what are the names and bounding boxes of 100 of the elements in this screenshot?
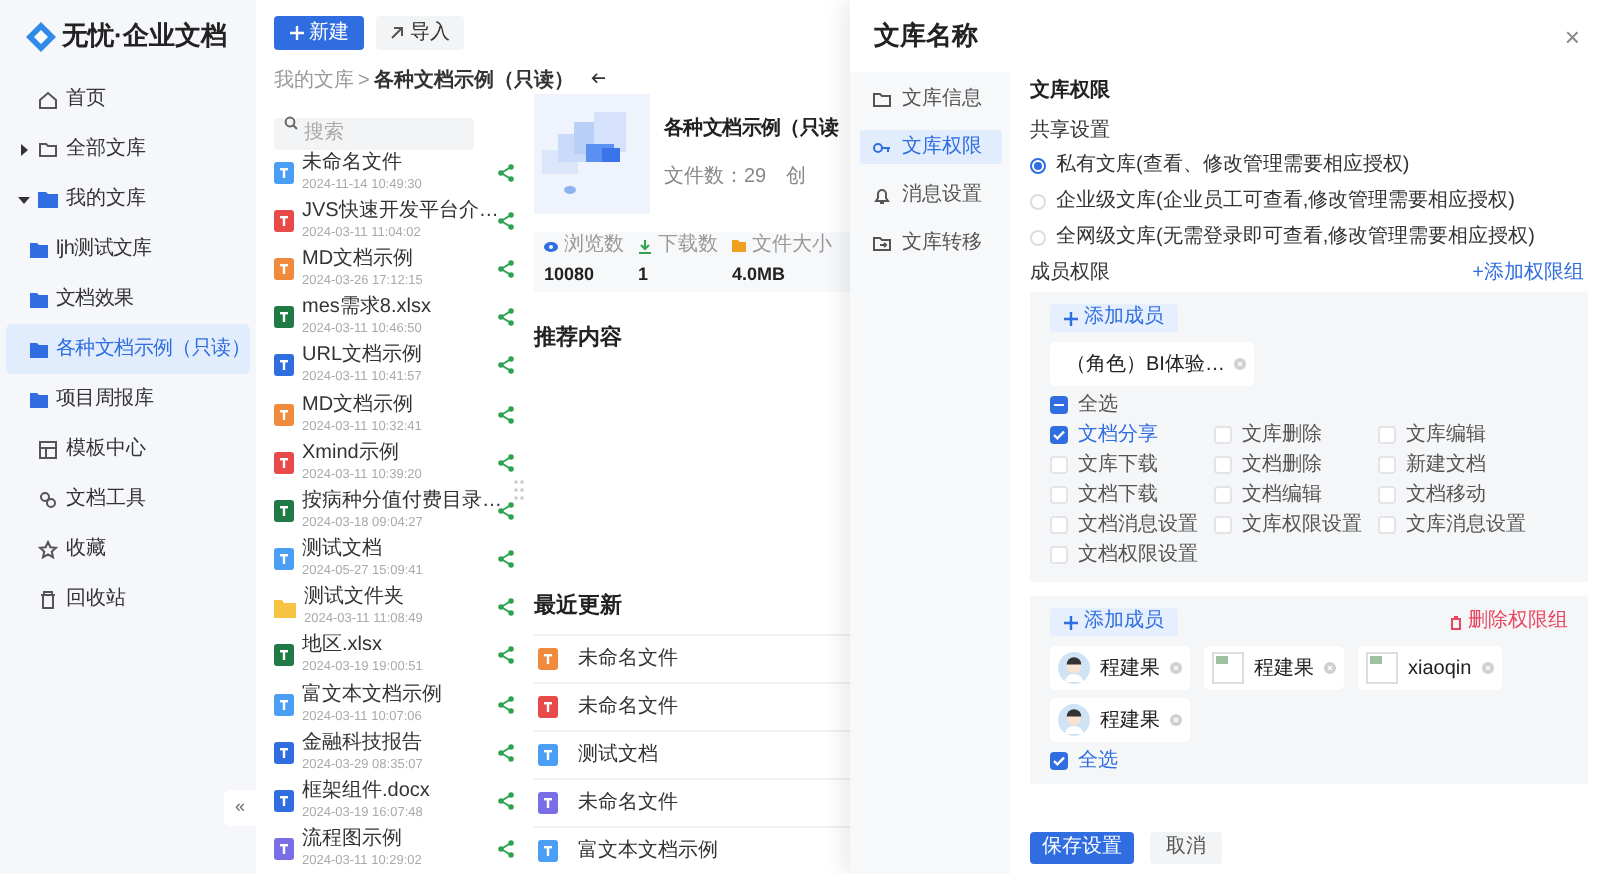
- drawer-tab[interactable]: 文库权限: [860, 130, 1002, 164]
- file-name[interactable]: 富文本文档示例: [302, 683, 442, 706]
- checkbox-label[interactable]: 文档编辑: [1242, 483, 1322, 507]
- add-group-link[interactable]: +添加权限组: [1472, 262, 1584, 286]
- share-icon[interactable]: [498, 646, 514, 665]
- checkbox-label[interactable]: 全选: [1078, 749, 1118, 773]
- radio-label[interactable]: 企业级文库(企业员工可查看,修改管理需要相应授权): [1056, 190, 1515, 214]
- drawer-tab[interactable]: 文库信息: [860, 82, 1002, 116]
- checkbox-label[interactable]: 文档分享: [1078, 423, 1158, 447]
- share-icon[interactable]: [498, 211, 514, 230]
- caret-icon[interactable]: [18, 143, 30, 155]
- sidebar-item[interactable]: 首页: [6, 74, 250, 124]
- radio-button[interactable]: [1030, 158, 1046, 174]
- checkbox[interactable]: [1214, 426, 1232, 444]
- checkbox[interactable]: [1214, 456, 1232, 474]
- checkbox-label[interactable]: 文库下载: [1078, 453, 1158, 477]
- recent-file-name[interactable]: 未命名文件: [578, 788, 678, 818]
- close-button[interactable]: ×: [1564, 23, 1580, 49]
- checkbox[interactable]: [1378, 426, 1396, 444]
- file-name[interactable]: 地区.xlsx: [302, 634, 382, 657]
- save-button[interactable]: 保存设置: [1030, 832, 1134, 864]
- checkbox-label[interactable]: 文档下载: [1078, 483, 1158, 507]
- radio-label[interactable]: 全网级文库(无需登录即可查看,修改管理需要相应授权): [1056, 226, 1535, 250]
- share-icon[interactable]: [498, 356, 514, 375]
- checkbox[interactable]: [1378, 486, 1396, 504]
- checkbox-label[interactable]: 文档权限设置: [1078, 543, 1198, 567]
- share-icon[interactable]: [498, 308, 514, 327]
- file-name[interactable]: 框架组件.docx: [302, 780, 430, 803]
- checkbox-label[interactable]: 文档删除: [1242, 453, 1322, 477]
- drawer-tab[interactable]: 消息设置: [860, 178, 1002, 212]
- cancel-button[interactable]: 取消: [1150, 832, 1222, 864]
- file-name[interactable]: 金融科技报告: [302, 731, 422, 754]
- search-field[interactable]: 搜索: [274, 117, 474, 149]
- file-name[interactable]: JVS快速开发平台介…: [302, 199, 499, 222]
- share-icon[interactable]: [498, 792, 514, 811]
- caret-icon[interactable]: [18, 193, 30, 205]
- file-name[interactable]: 未命名文件: [302, 151, 402, 174]
- checkbox[interactable]: [1050, 752, 1068, 770]
- checkbox[interactable]: [1050, 486, 1068, 504]
- checkbox-label[interactable]: 文库权限设置: [1242, 513, 1362, 537]
- sidebar-item[interactable]: 收藏: [6, 524, 250, 574]
- checkbox[interactable]: [1050, 546, 1068, 564]
- checkbox[interactable]: [1050, 396, 1068, 414]
- share-icon[interactable]: [498, 695, 514, 714]
- checkbox-label[interactable]: 新建文档: [1406, 453, 1486, 477]
- checkbox[interactable]: [1214, 486, 1232, 504]
- checkbox[interactable]: [1050, 426, 1068, 444]
- sidebar-item[interactable]: 文档工具: [6, 474, 250, 524]
- recent-file-name[interactable]: 未命名文件: [578, 692, 678, 722]
- add-member-button[interactable]: 添加成员: [1050, 304, 1178, 332]
- recent-file-name[interactable]: 未命名文件: [578, 644, 678, 674]
- share-icon[interactable]: [498, 840, 514, 859]
- file-name[interactable]: 测试文件夹: [304, 586, 404, 609]
- radio-label[interactable]: 私有文库(查看、修改管理需要相应授权): [1056, 154, 1410, 178]
- file-name[interactable]: MD文档示例: [302, 393, 414, 416]
- checkbox[interactable]: [1378, 516, 1396, 534]
- share-icon[interactable]: [498, 163, 514, 182]
- checkbox[interactable]: [1050, 516, 1068, 534]
- checkbox-label[interactable]: 文档消息设置: [1078, 513, 1198, 537]
- sidebar-item[interactable]: 回收站: [6, 574, 250, 624]
- back-arrow-icon[interactable]: [590, 72, 606, 85]
- sidebar-item[interactable]: 模板中心: [6, 424, 250, 474]
- file-name[interactable]: MD文档示例: [302, 247, 414, 270]
- checkbox[interactable]: [1050, 456, 1068, 474]
- share-icon[interactable]: [498, 598, 514, 617]
- sidebar-item[interactable]: 文档效果: [6, 274, 250, 324]
- sidebar-item[interactable]: 各种文档示例（只读）: [6, 324, 250, 374]
- import-button[interactable]: 导入: [376, 16, 464, 50]
- checkbox[interactable]: [1214, 516, 1232, 534]
- sidebar-item[interactable]: 项目周报库: [6, 374, 250, 424]
- checkbox-label[interactable]: 文库编辑: [1406, 423, 1486, 447]
- file-name[interactable]: Xmind示例: [302, 441, 399, 464]
- drawer-tab[interactable]: 文库转移: [860, 226, 1002, 260]
- file-name[interactable]: 流程图示例: [302, 828, 402, 851]
- collapse-button[interactable]: «: [224, 790, 256, 826]
- file-name[interactable]: mes需求8.xlsx: [302, 296, 431, 319]
- add-member-button[interactable]: 添加成员: [1050, 608, 1178, 636]
- share-icon[interactable]: [498, 259, 514, 278]
- file-name[interactable]: 测试文档: [302, 538, 382, 561]
- share-icon[interactable]: [498, 501, 514, 520]
- sidebar-item[interactable]: ljh测试文库: [6, 224, 250, 274]
- share-icon[interactable]: [498, 453, 514, 472]
- file-name[interactable]: URL文档示例: [302, 344, 423, 367]
- checkbox-label[interactable]: 全选: [1078, 393, 1118, 417]
- sidebar-item[interactable]: 我的文库: [6, 174, 250, 224]
- share-icon[interactable]: [498, 550, 514, 569]
- recent-file-name[interactable]: 测试文档: [578, 740, 658, 770]
- share-icon[interactable]: [498, 405, 514, 424]
- checkbox-label[interactable]: 文库删除: [1242, 423, 1322, 447]
- delete-group-button[interactable]: 删除权限组: [1450, 610, 1568, 634]
- drag-handle-icon[interactable]: [514, 480, 524, 500]
- new-button[interactable]: 新建: [274, 16, 364, 50]
- file-name[interactable]: 按病种分值付费目录…: [302, 489, 502, 512]
- stat-value: 4.0MB: [732, 262, 788, 289]
- checkbox[interactable]: [1378, 456, 1396, 474]
- checkbox-label[interactable]: 文库消息设置: [1406, 513, 1526, 537]
- share-icon[interactable]: [498, 743, 514, 762]
- checkbox-label[interactable]: 文档移动: [1406, 483, 1486, 507]
- sidebar-item[interactable]: 全部文库: [6, 124, 250, 174]
- recent-file-name[interactable]: 富文本文档示例: [578, 836, 718, 866]
